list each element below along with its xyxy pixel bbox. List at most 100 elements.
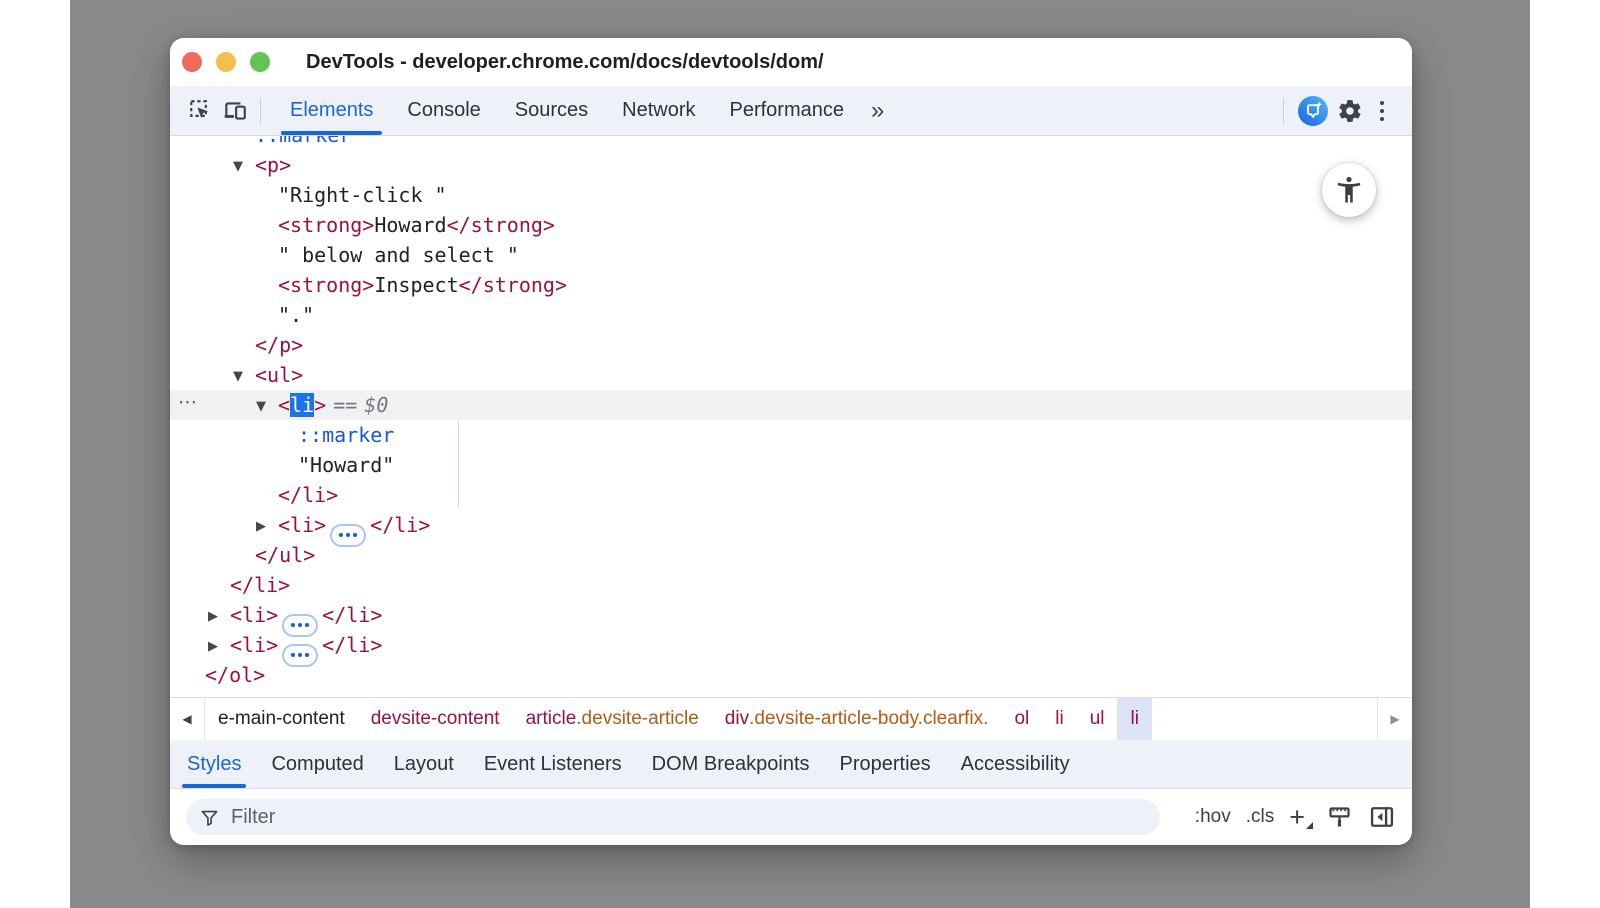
dom-tree-row[interactable]: <strong>Inspect</strong> xyxy=(170,270,1412,300)
expand-arrow-down-icon[interactable]: ▼ xyxy=(233,362,255,392)
tab-sources[interactable]: Sources xyxy=(498,86,605,135)
dom-token-tag: </li> xyxy=(230,573,290,597)
dom-tree-row[interactable]: </li> xyxy=(170,480,1412,510)
tree-indent-guide xyxy=(458,421,459,507)
expand-arrow-right-icon[interactable]: ▶ xyxy=(208,602,230,632)
dom-token-tag: <li> xyxy=(278,513,326,537)
sidebar-tab-accessibility[interactable]: Accessibility xyxy=(946,740,1085,788)
inspect-element-icon[interactable] xyxy=(184,94,218,128)
filter-funnel-icon xyxy=(200,808,219,827)
sidebar-tab-computed[interactable]: Computed xyxy=(256,740,378,788)
close-window-button[interactable] xyxy=(182,52,202,72)
sidebar-tab-styles[interactable]: Styles xyxy=(172,740,256,788)
dom-token-tag: </ul> xyxy=(255,543,315,567)
breadcrumb-item[interactable]: ul xyxy=(1077,698,1118,740)
dom-tree-row[interactable]: <strong>Howard</strong> xyxy=(170,210,1412,240)
breadcrumb-scroll-left-icon[interactable]: ◀ xyxy=(170,698,205,740)
dom-token-tag: </p> xyxy=(255,333,303,357)
dom-tree-row[interactable]: </ol> xyxy=(170,660,1412,690)
dom-token-text: " below and select " xyxy=(278,243,519,267)
toggle-hover-state-button[interactable]: :hov xyxy=(1195,806,1231,828)
dom-tree-row[interactable]: "Right-click " xyxy=(170,180,1412,210)
dom-tree-row[interactable]: ▼<ul> xyxy=(170,360,1412,390)
breadcrumb-item[interactable]: ol xyxy=(1001,698,1042,740)
device-toolbar-icon[interactable] xyxy=(218,94,252,128)
dom-token-tag: </strong> xyxy=(447,213,555,237)
dom-tree-panel: ::marker▼<p>"Right-click "<strong>Howard… xyxy=(170,136,1412,697)
breadcrumb-scroll-right-icon[interactable]: ▶ xyxy=(1377,698,1412,740)
sidebar-tab-layout[interactable]: Layout xyxy=(379,740,469,788)
breadcrumb-part: .devsite-article xyxy=(576,708,699,730)
filter-input[interactable] xyxy=(229,805,1146,830)
rendering-emulation-icon[interactable] xyxy=(1326,804,1353,831)
more-menu-icon[interactable] xyxy=(1366,95,1398,127)
breadcrumb-item[interactable]: div.devsite-article-body.clearfix. xyxy=(712,698,1002,740)
devtools-window: DevTools - developer.chrome.com/docs/dev… xyxy=(170,38,1412,845)
dom-token-tag: < xyxy=(278,393,290,417)
breadcrumb-part: div xyxy=(725,708,749,730)
dom-token-text: "." xyxy=(278,303,314,327)
toolbar-divider-right xyxy=(1283,98,1284,124)
dom-token-tag: <p> xyxy=(255,153,291,177)
minimize-window-button[interactable] xyxy=(216,52,236,72)
tab-elements[interactable]: Elements xyxy=(273,86,390,135)
dom-token-text: "Right-click " xyxy=(278,183,447,207)
dom-tree-row[interactable]: "Howard" xyxy=(170,450,1412,480)
tab-performance[interactable]: Performance xyxy=(713,86,862,135)
dom-token-tag: <ul> xyxy=(255,363,303,387)
expand-arrow-right-icon[interactable]: ▶ xyxy=(256,512,278,542)
expand-arrow-down-icon[interactable]: ▼ xyxy=(256,392,278,422)
breadcrumb-item[interactable]: article.devsite-article xyxy=(513,698,712,740)
dom-tree-row[interactable]: ▶<li></li> xyxy=(170,630,1412,660)
expand-arrow-right-icon[interactable]: ▶ xyxy=(208,632,230,662)
breadcrumb-item[interactable]: devsite-content xyxy=(358,698,513,740)
dom-tree-row[interactable]: </p> xyxy=(170,330,1412,360)
dom-tree-row[interactable]: " below and select " xyxy=(170,240,1412,270)
breadcrumb: e-main-content devsite-contentarticle.dev… xyxy=(205,698,1377,740)
dom-token-tag: </li> xyxy=(370,513,430,537)
dom-token-tag: </li> xyxy=(278,483,338,507)
dom-tree-row[interactable]: ::marker xyxy=(170,136,1412,150)
zoom-window-button[interactable] xyxy=(250,52,270,72)
settings-gear-icon[interactable] xyxy=(1334,95,1366,127)
new-style-rule-button[interactable]: + xyxy=(1289,807,1311,827)
dom-token-eq: == xyxy=(333,393,357,417)
dom-tree-row[interactable]: "." xyxy=(170,300,1412,330)
window-titlebar: DevTools - developer.chrome.com/docs/dev… xyxy=(170,38,1412,86)
dom-tree-row[interactable]: ▼<p> xyxy=(170,150,1412,180)
dom-token-tag: > xyxy=(314,393,326,417)
desktop-background: DevTools - developer.chrome.com/docs/dev… xyxy=(70,0,1530,908)
breadcrumb-part: e-main-content xyxy=(218,708,345,730)
dom-tree-row[interactable]: ▶<li></li> xyxy=(170,600,1412,630)
sidebar-tab-properties[interactable]: Properties xyxy=(825,740,946,788)
ai-assistance-icon[interactable] xyxy=(1298,96,1328,126)
window-title: DevTools - developer.chrome.com/docs/dev… xyxy=(306,51,824,74)
toggle-element-classes-button[interactable]: .cls xyxy=(1246,806,1275,828)
dock-sidebar-icon[interactable] xyxy=(1368,803,1396,831)
breadcrumb-item[interactable]: li xyxy=(1117,698,1151,740)
dom-token-tag: <strong> xyxy=(278,273,374,297)
sidebar-tab-dom-breakpoints[interactable]: DOM Breakpoints xyxy=(637,740,825,788)
breadcrumb-part: ul xyxy=(1090,708,1105,730)
dom-tree-row[interactable]: ::marker xyxy=(170,420,1412,450)
expand-arrow-down-icon[interactable]: ▼ xyxy=(233,152,255,182)
breadcrumb-item[interactable]: li xyxy=(1042,698,1076,740)
dom-tree-row[interactable]: ⋯▼<li>==$0 xyxy=(170,390,1412,420)
accessibility-button[interactable] xyxy=(1322,163,1376,217)
tab-network[interactable]: Network xyxy=(605,86,712,135)
dom-tree-row[interactable]: </li> xyxy=(170,570,1412,600)
sidebar-tab-event-listeners[interactable]: Event Listeners xyxy=(469,740,637,788)
dom-token-ref: $0 xyxy=(364,393,388,417)
dom-tree-row[interactable]: </ul> xyxy=(170,540,1412,570)
row-options-ellipsis-icon[interactable]: ⋯ xyxy=(178,387,198,417)
breadcrumb-part: li xyxy=(1055,708,1063,730)
filter-field[interactable] xyxy=(186,799,1160,835)
dom-token-text: Howard xyxy=(374,213,446,237)
dom-tree-row[interactable]: ▶<li> </li> xyxy=(170,510,1412,540)
dom-token-tag: <strong> xyxy=(278,213,374,237)
breadcrumb-item[interactable]: e-main-content xyxy=(205,698,358,740)
more-tabs-icon[interactable]: » xyxy=(861,97,892,125)
tab-console[interactable]: Console xyxy=(390,86,497,135)
toolbar-divider xyxy=(260,98,261,124)
dom-token-tag: </ol> xyxy=(205,663,265,687)
